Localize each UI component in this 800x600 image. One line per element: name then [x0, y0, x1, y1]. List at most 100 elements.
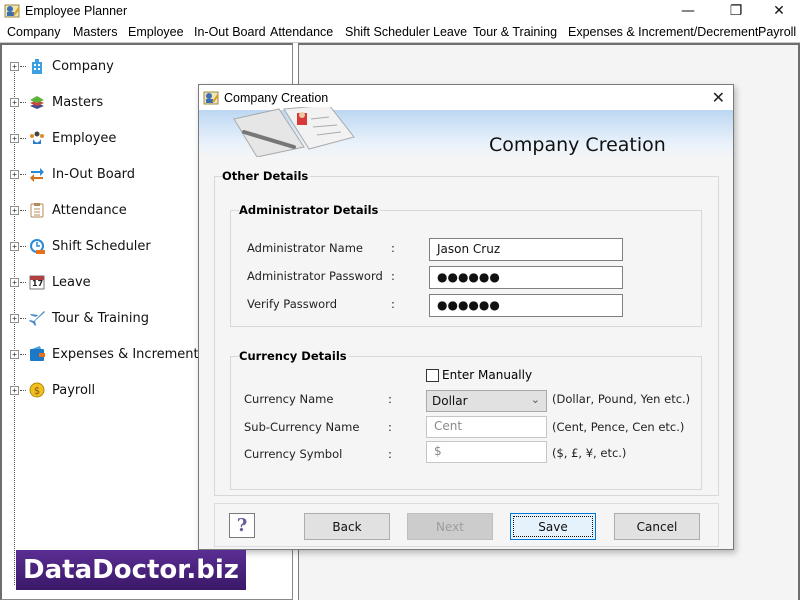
tree-item-employee[interactable]: + Employee — [10, 128, 116, 148]
expand-icon[interactable]: + — [10, 133, 19, 143]
document-pen-icon — [233, 107, 355, 157]
tree-item-label: Shift Scheduler — [52, 238, 151, 254]
tree-item-label: Masters — [52, 94, 104, 110]
tree-item-expenses[interactable]: + Expenses & Increment/ — [10, 344, 203, 364]
currency-name-value: Dollar — [432, 394, 468, 408]
airplane-icon — [28, 309, 46, 327]
clipboard-icon — [28, 201, 46, 219]
app-titlebar: Employee Planner — ❐ ✕ — [0, 0, 800, 22]
enter-manually-checkbox-row[interactable]: Enter Manually — [426, 368, 532, 382]
menu-bar: Company Masters Employee In-Out Board At… — [0, 22, 800, 43]
building-icon — [28, 57, 46, 75]
maximize-button[interactable]: ❐ — [713, 0, 759, 22]
brand-logo: DataDoctor.biz — [16, 550, 246, 590]
currency-name-select[interactable]: Dollar ⌄ — [426, 390, 547, 412]
calendar-icon: 17 — [28, 273, 46, 291]
colon: : — [391, 297, 395, 311]
tree-item-label: Payroll — [52, 382, 96, 398]
arrows-swap-icon — [28, 165, 46, 183]
dialog-title: Company Creation — [224, 90, 329, 105]
next-button[interactable]: Next — [407, 513, 493, 540]
expand-icon[interactable]: + — [10, 277, 19, 287]
enter-manually-label: Enter Manually — [442, 368, 533, 382]
administrator-name-label: Administrator Name — [247, 241, 363, 255]
tree-item-attendance[interactable]: + Attendance — [10, 200, 127, 220]
tree-item-label: Tour & Training — [52, 310, 149, 326]
currency-symbol-label: Currency Symbol — [244, 447, 343, 461]
menu-expenses[interactable]: Expenses & Increment/Decrement — [568, 25, 758, 39]
svg-text:$: $ — [34, 386, 40, 397]
tree-item-masters[interactable]: + Masters — [10, 92, 103, 112]
tree-item-tour-training[interactable]: + Tour & Training — [10, 308, 149, 328]
help-button[interactable]: ? — [229, 513, 255, 538]
expand-icon[interactable]: + — [10, 97, 19, 107]
tree-item-label: Employee — [52, 130, 117, 146]
menu-attendance[interactable]: Attendance — [270, 25, 333, 39]
colon: : — [388, 392, 392, 406]
dialog-app-icon — [203, 91, 219, 104]
tree-item-label: Expenses & Increment/ — [52, 346, 203, 362]
menu-masters[interactable]: Masters — [73, 25, 117, 39]
administrator-details-group: Administrator Details Administrator Name… — [230, 203, 702, 327]
expand-icon[interactable]: + — [10, 313, 19, 323]
menu-leave[interactable]: Leave — [433, 25, 467, 39]
other-details-group: Other Details Administrator Details Admi… — [214, 169, 719, 496]
minimize-button[interactable]: — — [665, 0, 711, 22]
colon: : — [388, 447, 392, 461]
administrator-name-input[interactable]: Jason Cruz — [429, 238, 623, 261]
tree-item-company[interactable]: + Company — [10, 56, 114, 76]
banner-title: Company Creation — [489, 134, 666, 156]
menu-company[interactable]: Company — [7, 25, 61, 39]
menu-tour-training[interactable]: Tour & Training — [473, 25, 557, 39]
company-creation-dialog: Company Creation ✕ Company Creation Othe… — [198, 84, 734, 550]
administrator-password-label: Administrator Password — [247, 269, 383, 283]
expand-icon[interactable]: + — [10, 385, 19, 395]
tree-item-label: Attendance — [52, 202, 127, 218]
chevron-down-icon: ⌄ — [530, 393, 540, 406]
close-button[interactable]: ✕ — [756, 0, 800, 22]
menu-shift-scheduler[interactable]: Shift Scheduler — [345, 25, 430, 39]
verify-password-input[interactable]: ●●●●●● — [429, 294, 623, 317]
back-button[interactable]: Back — [304, 513, 390, 540]
save-button[interactable]: Save — [510, 513, 596, 540]
tree-item-leave[interactable]: + 17 Leave — [10, 272, 91, 292]
menu-employee[interactable]: Employee — [128, 25, 184, 39]
dialog-close-button[interactable]: ✕ — [712, 88, 725, 107]
clock-icon — [28, 237, 46, 255]
administrator-password-input[interactable]: ●●●●●● — [429, 266, 623, 289]
menu-payroll[interactable]: Payroll — [758, 25, 796, 39]
expand-icon[interactable]: + — [10, 205, 19, 215]
currency-details-group: Currency Details Enter Manually Currency… — [230, 349, 702, 490]
tree-item-label: Company — [52, 58, 114, 74]
expand-icon[interactable]: + — [10, 61, 19, 71]
currency-name-label: Currency Name — [244, 392, 334, 406]
currency-name-hint: (Dollar, Pound, Yen etc.) — [552, 392, 691, 406]
other-details-legend: Other Details — [222, 169, 311, 183]
colon: : — [388, 420, 392, 434]
sub-currency-name-input[interactable]: Cent — [426, 416, 547, 438]
currency-symbol-hint: ($, £, ¥, etc.) — [552, 446, 627, 460]
cancel-button[interactable]: Cancel — [614, 513, 700, 540]
administrator-details-legend: Administrator Details — [239, 203, 381, 217]
enter-manually-checkbox[interactable] — [426, 368, 439, 382]
colon: : — [391, 241, 395, 255]
wallet-icon — [28, 345, 46, 363]
expand-icon[interactable]: + — [10, 349, 19, 359]
tree-item-label: Leave — [52, 274, 91, 290]
currency-symbol-input[interactable]: $ — [426, 441, 547, 463]
tree-item-in-out-board[interactable]: + In-Out Board — [10, 164, 135, 184]
currency-details-legend: Currency Details — [239, 349, 349, 363]
tree-item-shift-scheduler[interactable]: + Shift Scheduler — [10, 236, 151, 256]
app-icon — [4, 4, 20, 18]
layers-icon — [28, 93, 46, 111]
app-title: Employee Planner — [25, 4, 128, 18]
tree-item-label: In-Out Board — [52, 166, 136, 182]
expand-icon[interactable]: + — [10, 169, 19, 179]
tree-item-payroll[interactable]: + $ Payroll — [10, 380, 95, 400]
calendar-day: 17 — [32, 279, 44, 288]
sub-currency-name-label: Sub-Currency Name — [244, 420, 360, 434]
dialog-banner: Company Creation — [199, 107, 733, 158]
menu-in-out-board[interactable]: In-Out Board — [194, 25, 266, 39]
people-icon — [28, 129, 46, 147]
expand-icon[interactable]: + — [10, 241, 19, 251]
